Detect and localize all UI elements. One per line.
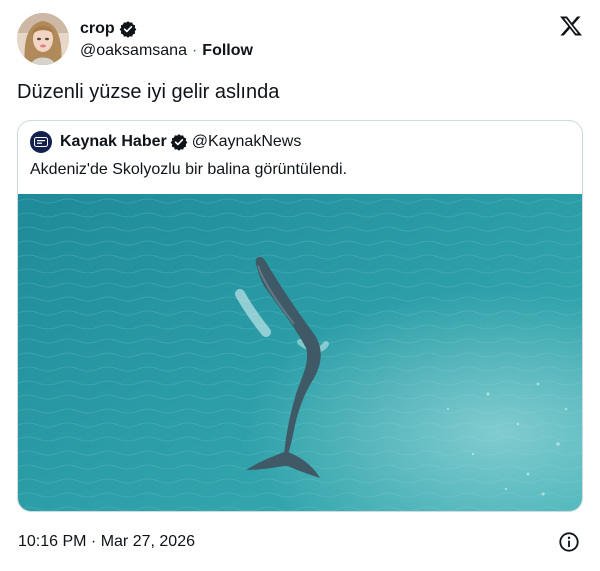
tweet-header: crop @oaksamsana · Follow — [17, 13, 583, 67]
verified-badge-icon — [119, 21, 136, 38]
quoted-author-handle[interactable]: @KaynakNews — [192, 133, 302, 151]
follow-button[interactable]: Follow — [202, 42, 253, 60]
whale-photo — [18, 194, 582, 511]
tweet-text: Düzenli yüzse iyi gelir aslında — [17, 81, 280, 103]
verified-badge-icon — [170, 134, 188, 151]
author-block: crop @oaksamsana · Follow — [80, 19, 253, 60]
separator-dot: · — [191, 42, 198, 59]
author-handle[interactable]: @oaksamsana — [80, 42, 187, 60]
tweet-footer: 10:16 PM · Mar 27, 2026 — [17, 530, 583, 554]
author-name[interactable]: crop — [80, 20, 115, 38]
quoted-author-name[interactable]: Kaynak Haber — [60, 133, 167, 151]
quoted-avatar[interactable] — [30, 131, 52, 153]
author-avatar[interactable] — [17, 13, 69, 65]
avatar-image — [17, 13, 69, 65]
quoted-header: Kaynak Haber @KaynakNews — [30, 131, 301, 153]
tweet-timestamp[interactable]: 10:16 PM · Mar 27, 2026 — [18, 533, 195, 551]
quoted-text: Akdeniz'de Skolyozlu bir balina görüntül… — [30, 161, 348, 178]
quoted-media-image[interactable] — [18, 194, 582, 511]
info-icon[interactable] — [558, 531, 580, 553]
quoted-tweet[interactable]: Kaynak Haber @KaynakNews Akdeniz'de Skol… — [17, 120, 583, 512]
x-logo-icon[interactable] — [559, 14, 583, 38]
kaynak-logo-icon — [34, 137, 48, 147]
